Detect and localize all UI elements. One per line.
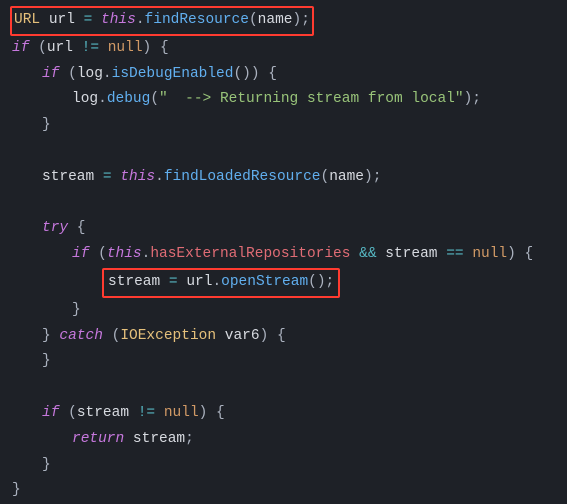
code-line-3: if (log.isDebugEnabled()) { [12, 62, 559, 88]
var-log: log [77, 66, 103, 82]
var-stream: stream [108, 274, 160, 290]
semicolon: ; [301, 12, 310, 28]
code-line-17: return stream; [12, 427, 559, 453]
code-line-9: try { [12, 216, 559, 242]
kw-if: if [12, 40, 29, 56]
code-line-2: if (url != null) { [12, 36, 559, 62]
brace-close: } [72, 302, 81, 318]
op-ne: != [73, 40, 108, 56]
op-eq: == [438, 246, 473, 262]
highlight-box-1: URL url = this.findResource(name); [10, 6, 314, 36]
arg-name: name [258, 12, 293, 28]
code-line-14: } [12, 349, 559, 375]
type-ioexception: IOException [120, 328, 216, 344]
fn-debug: debug [107, 91, 151, 107]
code-line-16: if (stream != null) { [12, 401, 559, 427]
type-url: URL [14, 12, 40, 28]
kw-this: this [101, 12, 136, 28]
string-literal: " --> Returning stream from local" [159, 91, 464, 107]
fn-openstream: openStream [221, 274, 308, 290]
fn-isdebugenabled: isDebugEnabled [112, 66, 234, 82]
var-url: url [186, 274, 212, 290]
kw-this: this [107, 246, 142, 262]
code-line-7: stream = this.findLoadedResource(name); [12, 165, 559, 191]
kw-catch: catch [51, 328, 103, 344]
brace-close: } [42, 117, 51, 133]
op-and: && [350, 246, 385, 262]
kw-return: return [72, 431, 124, 447]
code-line-4: log.debug(" --> Returning stream from lo… [12, 87, 559, 113]
op-assign: = [75, 12, 101, 28]
blank-line [12, 139, 559, 165]
code-line-18: } [12, 453, 559, 479]
var-stream: stream [77, 405, 129, 421]
var-var6: var6 [216, 328, 260, 344]
op-ne: != [129, 405, 164, 421]
var-stream: stream [385, 246, 437, 262]
highlight-box-2: stream = url.openStream(); [102, 268, 340, 298]
code-line-19: } [12, 478, 559, 504]
kw-if: if [72, 246, 89, 262]
brace-close: } [42, 353, 51, 369]
var-log: log [72, 91, 98, 107]
arg-name: name [329, 169, 364, 185]
code-line-5: } [12, 113, 559, 139]
blank-line [12, 375, 559, 401]
var-stream: stream [133, 431, 185, 447]
dot: . [136, 12, 145, 28]
code-line-1: URL url = this.findResource(name); [12, 6, 559, 36]
var-stream: stream [42, 169, 94, 185]
brace-close: } [42, 457, 51, 473]
kw-if: if [42, 66, 59, 82]
brace-close: } [12, 482, 21, 498]
var-url: url [47, 40, 73, 56]
code-line-11: stream = url.openStream(); [12, 268, 559, 298]
kw-null: null [164, 405, 199, 421]
code-line-12: } [12, 298, 559, 324]
fn-findloadedresource: findLoadedResource [164, 169, 321, 185]
kw-null: null [108, 40, 143, 56]
kw-this: this [120, 169, 155, 185]
code-line-13: } catch (IOException var6) { [12, 324, 559, 350]
fn-findresource: findResource [145, 12, 249, 28]
kw-if: if [42, 405, 59, 421]
var-url: url [49, 12, 75, 28]
field-hasexternalrepositories: hasExternalRepositories [150, 246, 350, 262]
kw-null: null [472, 246, 507, 262]
kw-try: try [42, 220, 68, 236]
code-line-10: if (this.hasExternalRepositories && stre… [12, 242, 559, 268]
blank-line [12, 191, 559, 217]
